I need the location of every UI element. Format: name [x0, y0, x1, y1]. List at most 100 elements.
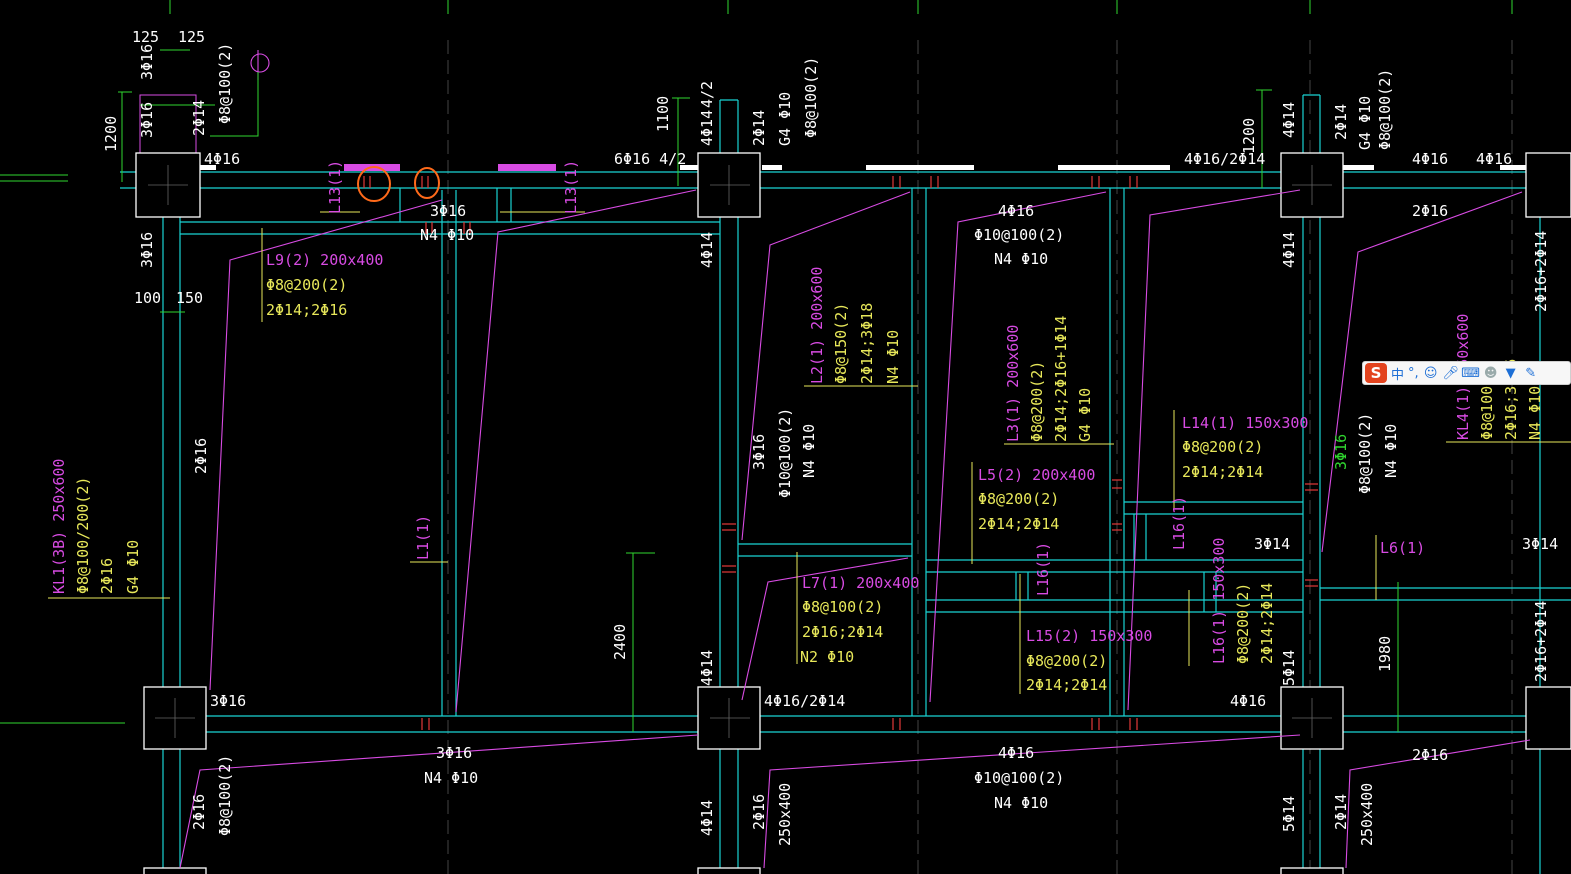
right-edge-label-1: 2Φ16+2Φ14: [1532, 231, 1550, 312]
beam-mid-label-1: 3Φ16: [210, 692, 246, 710]
l2-rebar: 2Φ14;3Φ18: [858, 303, 876, 384]
l15-title: L15(2) 150x300: [1026, 627, 1152, 645]
vert-label-6: 5Φ14: [1280, 650, 1298, 686]
col-stirrup-label-5: 3Φ16: [750, 434, 768, 470]
user-icon[interactable]: ☻: [1483, 365, 1499, 381]
rebar-ticks: [363, 176, 1318, 730]
beam-row1-label-3: 4Φ16: [998, 202, 1034, 220]
beam-row1-label-1: 3Φ16: [430, 202, 466, 220]
l7-rebar: 2Φ16;2Φ14: [802, 623, 883, 641]
green-col-label: 3Φ16: [1332, 434, 1350, 470]
ime-toolbar[interactable]: S 中 °, ☺ 🎤︎ ⌨ ☻ ▼ ✎: [1362, 361, 1571, 385]
beam-bot-label-6: 2Φ16: [1412, 746, 1448, 764]
vert-label-7: 2Φ14: [1332, 794, 1350, 830]
beam-mid-label-3: 4Φ16: [1230, 692, 1266, 710]
l5-rebar: 2Φ14;2Φ14: [978, 515, 1059, 533]
keyboard-icon[interactable]: ⌨: [1461, 365, 1480, 381]
l3-side: G4 Φ10: [1076, 388, 1094, 442]
right-col-label-3: G4 Φ10: [1356, 96, 1374, 150]
l9-stirrup: Φ8@200(2): [266, 276, 347, 294]
left-col-label-3: 2Φ16: [192, 438, 210, 474]
l7-side: N2 Φ10: [800, 648, 854, 666]
l5-title: L5(2) 200x400: [978, 466, 1095, 484]
l15-rebar: 2Φ14;2Φ14: [1026, 676, 1107, 694]
dim-125-b: 125: [178, 28, 205, 46]
col-stirrup-label-1: Φ10@100(2): [776, 408, 794, 498]
l9-rebar: 2Φ14;2Φ16: [266, 301, 347, 319]
dim-100: 100: [134, 289, 161, 307]
vert-label-5: 250x400: [776, 783, 794, 846]
microphone-icon[interactable]: 🎤︎: [1442, 365, 1459, 381]
emoji-icon[interactable]: ☺: [1423, 365, 1439, 381]
top-col-label-4: Φ8@100(2): [216, 43, 234, 124]
top-beam-label-4: 4Φ16: [1412, 150, 1448, 168]
mid-col-label-1: 4Φ14: [698, 110, 716, 146]
right-col-label-2: 2Φ14: [1332, 104, 1350, 140]
l3-title: L3(1) 200x600: [1004, 325, 1022, 442]
ime-language-toggle[interactable]: 中: [1391, 364, 1404, 383]
l3-rebar: 2Φ14;2Φ16+1Φ14: [1052, 316, 1070, 442]
kl1-side: G4 Φ10: [124, 540, 142, 594]
vert-label-3: 4Φ14: [698, 800, 716, 836]
top-col-label-3: 2Φ14: [190, 100, 208, 136]
l14-rebar: 2Φ14;2Φ14: [1182, 463, 1263, 481]
kl1-stirrup: Φ8@100/200(2): [74, 477, 92, 594]
beam-row1-label-6: 2Φ16: [1412, 202, 1448, 220]
l13-label-a: L13(1): [326, 160, 344, 214]
l15-stirrup: Φ8@200(2): [1026, 652, 1107, 670]
beam-mid-label-2: 4Φ16/2Φ14: [764, 692, 845, 710]
dim-150: 150: [176, 289, 203, 307]
beam-row1-label-5: N4 Φ10: [994, 250, 1048, 268]
left-col-label-5: Φ8@100(2): [216, 755, 234, 836]
mid-col-label-2: 2Φ14: [750, 110, 768, 146]
right-edge-label-2: 2Φ16+2Φ14: [1532, 601, 1550, 682]
dim-125-a: 125: [132, 28, 159, 46]
beam-row1-label-4: Φ10@100(2): [974, 226, 1064, 244]
l2-title: L2(1) 200x600: [808, 267, 826, 384]
left-col-label-1: 3Φ16: [138, 232, 156, 268]
beam-bot-label-1: 3Φ16: [436, 744, 472, 762]
mid-col-label-3: G4 Φ10: [776, 92, 794, 146]
right-col-label-4: Φ8@100(2): [1376, 69, 1394, 150]
top-beam-label-5: 4Φ16: [1476, 150, 1512, 168]
ime-punctuation-toggle[interactable]: °,: [1408, 366, 1419, 381]
l16-stirrup: Φ8@200(2): [1234, 583, 1252, 664]
l1-label: L1(1): [414, 515, 432, 560]
vert-label-2: 4Φ14: [698, 650, 716, 686]
kl4-side: N4 Φ10: [1526, 386, 1544, 440]
col-stirrup-label-4: N4 Φ10: [1382, 424, 1400, 478]
wrench-icon[interactable]: ✎: [1523, 365, 1539, 381]
l16-label-b: L16(1): [1170, 496, 1188, 550]
vert-label-10: 5Φ14: [1280, 796, 1298, 832]
beam-row1-label-2: N4 Φ10: [420, 226, 474, 244]
top-beam-label-1: 4Φ16: [204, 150, 240, 168]
dim-1200-a: 1200: [102, 116, 120, 152]
top-col-label-1: 3Φ16: [138, 44, 156, 80]
right-col-label-1: 4Φ14: [1280, 102, 1298, 138]
beam-bot-label-2: N4 Φ10: [424, 769, 478, 787]
dim-1100: 1100: [654, 96, 672, 132]
l7-title: L7(1) 200x400: [802, 574, 919, 592]
vert-label-9: 4Φ14: [1280, 232, 1298, 268]
beam-mid-label-5: 3Φ14: [1522, 535, 1558, 553]
vert-label-1: 4Φ14: [698, 232, 716, 268]
l13-label-b: L13(1): [562, 160, 580, 214]
kl1-title: KL1(3B) 250x600: [50, 459, 68, 594]
l9-title: L9(2) 200x400: [266, 251, 383, 269]
mid-col-label-5: 4/2: [698, 81, 716, 108]
ime-logo[interactable]: S: [1365, 363, 1387, 383]
l3-stirrup: Φ8@200(2): [1028, 361, 1046, 442]
cad-drawing-canvas[interactable]: 4Φ16 6Φ16 4/2 4Φ16/2Φ14 4Φ16 4Φ16 3Φ16 N…: [0, 0, 1571, 874]
col-stirrup-label-3: Φ8@100(2): [1356, 413, 1374, 494]
l16-rebar: 2Φ14;2Φ14: [1258, 583, 1276, 664]
l16-title: L16(1) 150x300: [1210, 538, 1228, 664]
l14-stirrup: Φ8@200(2): [1182, 438, 1263, 456]
beam-bot-label-3: 4Φ16: [998, 744, 1034, 762]
shirt-icon[interactable]: ▼: [1503, 365, 1519, 381]
col-stirrup-label-2: N4 Φ10: [800, 424, 818, 478]
top-beam-label-2: 6Φ16 4/2: [614, 150, 686, 168]
dim-1200-b: 1200: [1240, 118, 1258, 154]
l14-title: L14(1) 150x300: [1182, 414, 1308, 432]
kl1-rebar: 2Φ16: [98, 558, 116, 594]
l5-stirrup: Φ8@200(2): [978, 490, 1059, 508]
